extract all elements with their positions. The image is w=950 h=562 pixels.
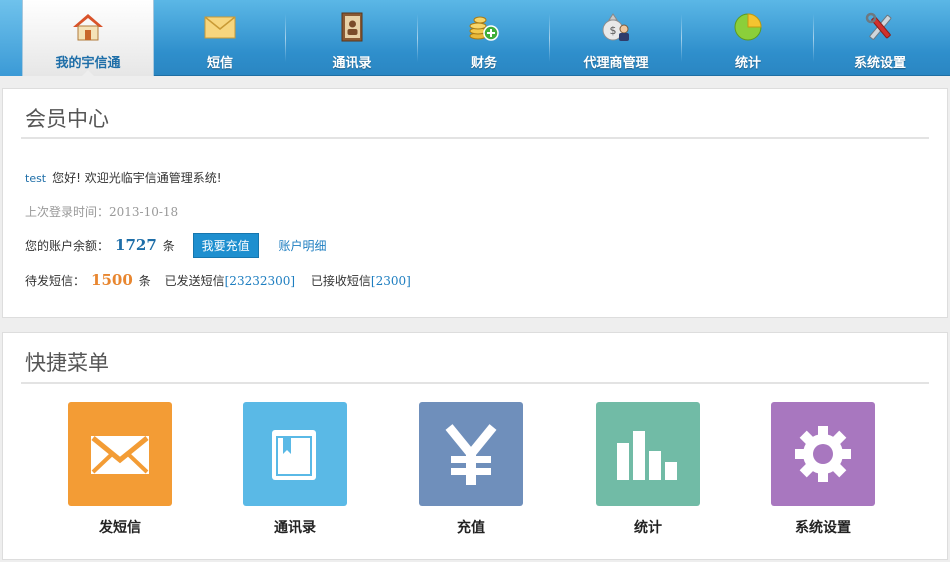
- nav-item-label: 通讯录: [332, 56, 372, 71]
- nav-item-finance[interactable]: 财务: [418, 0, 550, 76]
- home-icon: [71, 12, 105, 42]
- recharge-button[interactable]: 我要充值: [192, 233, 259, 258]
- quick-settings-label[interactable]: 系统设置: [753, 517, 893, 537]
- sms-stats-line: 待发短信： 1500 条 已发送短信[23232300] 已接收短信[2300]: [25, 271, 411, 289]
- svg-text:$: $: [610, 24, 617, 37]
- quick-statistics-tile[interactable]: [596, 402, 700, 506]
- quick-send-sms-tile[interactable]: [68, 402, 172, 506]
- balance-label: 您的账户余额：: [25, 239, 110, 253]
- tile-background: [596, 402, 700, 506]
- quick-menu-panel: 快捷菜单 发短信 通讯录 充值 统计 系统设置: [2, 332, 948, 560]
- gear-hole: [813, 444, 833, 464]
- balance-value: 1727: [115, 236, 157, 254]
- nav-item-label: 系统设置: [853, 56, 906, 71]
- received-count-link[interactable]: [2300]: [371, 274, 411, 288]
- nav-item-label: 代理商管理: [583, 56, 649, 71]
- envelope-icon: [68, 402, 172, 506]
- quick-contacts-tile[interactable]: [243, 402, 347, 506]
- member-center-panel: 会员中心 test 您好! 欢迎光临宇信通管理系统! 上次登录时间：2013-10…: [2, 88, 948, 318]
- quick-send-sms-label[interactable]: 发短信: [50, 517, 190, 537]
- welcome-line: test 您好! 欢迎光临宇信通管理系统!: [25, 169, 222, 186]
- quick-settings-tile[interactable]: [771, 402, 875, 506]
- nav-item-label: 短信: [206, 56, 233, 71]
- nav-item-system-settings[interactable]: 系统设置: [814, 0, 946, 76]
- money-bag-agent-icon: $: [599, 12, 633, 42]
- divider: [21, 137, 929, 139]
- username: test: [25, 172, 47, 185]
- address-book-icon: [335, 12, 369, 42]
- nav-item-sms[interactable]: 短信: [154, 0, 286, 76]
- top-navigation: 我的宇信通 短信 通讯录 财务 $ 代理商管理 统计 系统设置: [0, 0, 950, 77]
- unit-label: 条: [138, 274, 151, 288]
- yen-icon: [419, 402, 523, 506]
- sent-count-link[interactable]: [23232300]: [225, 274, 295, 288]
- balance-line: 您的账户余额： 1727 条 我要充值 账户明细: [25, 233, 326, 258]
- quick-statistics-label[interactable]: 统计: [578, 517, 718, 537]
- nav-item-contacts[interactable]: 通讯录: [286, 0, 418, 76]
- pending-label: 待发短信：: [25, 274, 86, 288]
- last-login: 上次登录时间：2013-10-18: [25, 205, 179, 219]
- coins-icon: [467, 12, 501, 42]
- bar-chart-icon: [596, 402, 700, 506]
- gear-icon: [771, 402, 875, 506]
- welcome-text: 您好! 欢迎光临宇信通管理系统!: [52, 171, 222, 185]
- nav-item-agent-management[interactable]: $ 代理商管理: [550, 0, 682, 76]
- divider: [21, 382, 929, 384]
- tools-icon: [863, 12, 897, 42]
- pie-chart-icon: [731, 12, 765, 42]
- nav-item-label: 财务: [470, 56, 497, 71]
- unit-label: 条: [162, 239, 175, 253]
- nav-item-label: 统计: [734, 56, 761, 71]
- received-label: 已接收短信: [310, 274, 371, 288]
- quick-recharge-tile[interactable]: [419, 402, 523, 506]
- pending-value: 1500: [91, 271, 133, 289]
- panel-title: 快捷菜单: [25, 351, 109, 375]
- sent-label: 已发送短信: [164, 274, 225, 288]
- quick-contacts-label[interactable]: 通讯录: [225, 517, 365, 537]
- nav-item-statistics[interactable]: 统计: [682, 0, 814, 76]
- quick-recharge-label[interactable]: 充值: [401, 517, 541, 537]
- nav-item-label: 我的宇信通: [55, 56, 121, 71]
- panel-title: 会员中心: [25, 107, 109, 131]
- nav-edge: [0, 0, 22, 76]
- envelope-icon: [203, 12, 237, 42]
- book-icon: [243, 402, 347, 506]
- active-pointer: [81, 70, 95, 77]
- nav-item-home[interactable]: 我的宇信通: [22, 0, 154, 77]
- account-detail-link[interactable]: 账户明细: [278, 239, 326, 253]
